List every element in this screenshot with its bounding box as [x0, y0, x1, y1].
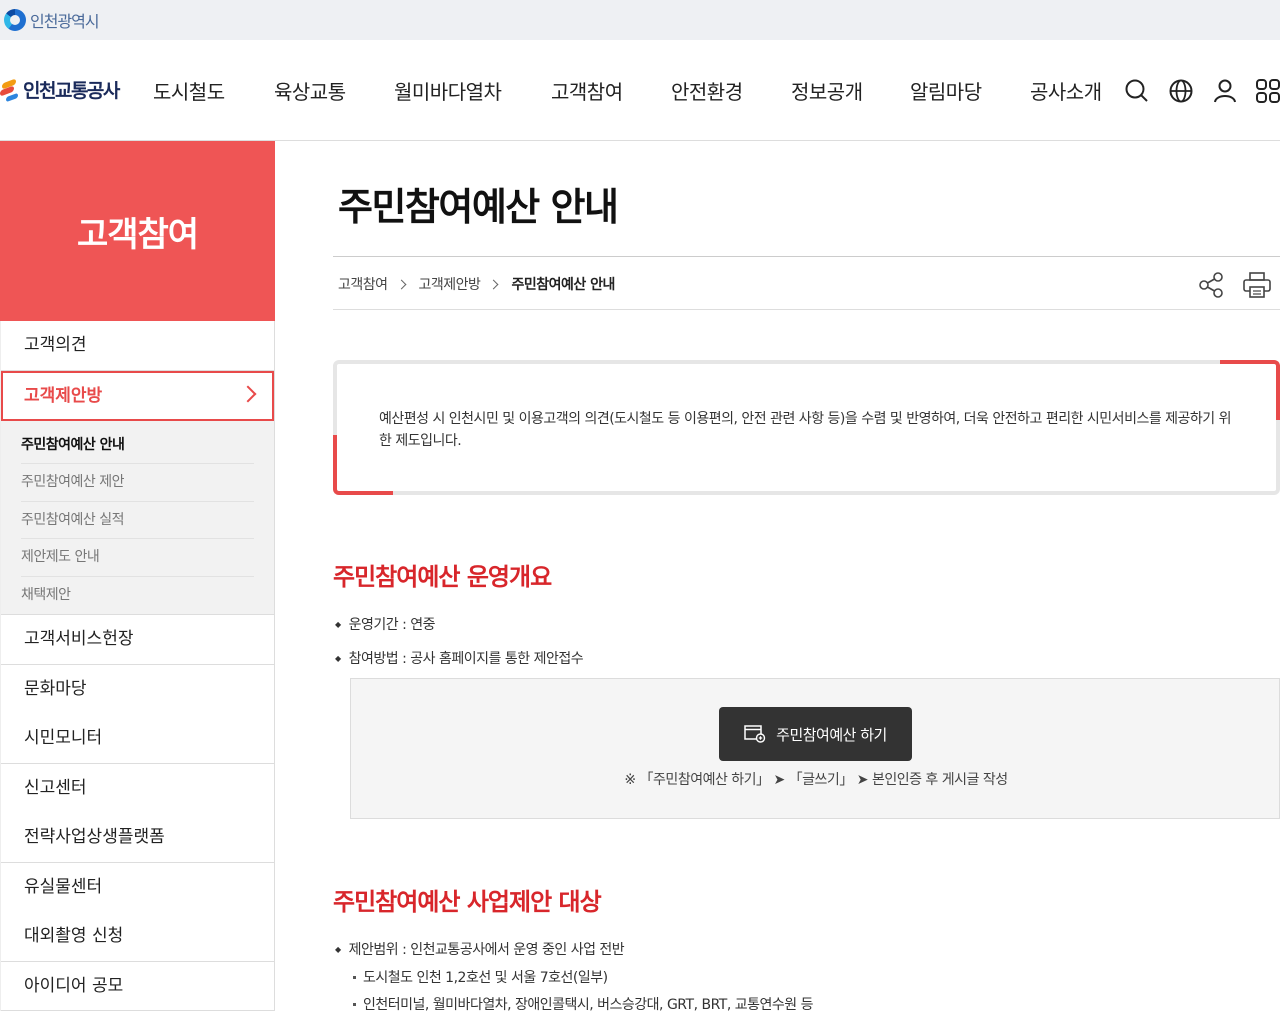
gov-top-bar: 인천광역시 — [0, 0, 1280, 40]
sub-bullet-metro: 도시철도 인천 1,2호선 및 서울 7호선(일부) — [353, 967, 608, 987]
side-nav-item-culture[interactable]: 문화마당 — [1, 665, 274, 715]
submenu-item-budget-proposal[interactable]: 주민참여예산 제안 — [21, 464, 254, 502]
breadcrumb-item[interactable]: 고객참여 — [338, 274, 388, 294]
chevron-right-icon — [488, 279, 499, 289]
side-nav-item-suggestion-room[interactable]: 고객제안방 — [1, 370, 274, 421]
breadcrumb: 고객참여 고객제안방 주민참여예산 안내 — [338, 274, 615, 294]
gnb-item-metro[interactable]: 도시철도 — [153, 76, 225, 105]
gov-name: 인천광역시 — [30, 12, 100, 31]
header-utilities — [1124, 78, 1280, 106]
side-nav-list: 고객의견 고객제안방 주민참여예산 안내 주민참여예산 제안 주민참여예산 실적… — [0, 321, 275, 1011]
side-nav-item-lost-found[interactable]: 유실물센터 — [1, 863, 274, 913]
page-title: 주민참여예산 안내 — [338, 185, 619, 229]
side-nav-item-service-charter[interactable]: 고객서비스헌장 — [1, 615, 274, 665]
side-nav: 고객참여 고객의견 고객제안방 주민참여예산 안내 주민참여예산 제안 주민참여… — [0, 141, 275, 1024]
print-icon[interactable] — [1242, 271, 1272, 299]
submenu-item-budget-guide[interactable]: 주민참여예산 안내 — [21, 427, 254, 464]
breadcrumb-item[interactable]: 고객제안방 — [419, 274, 481, 294]
user-icon[interactable] — [1212, 78, 1238, 104]
intro-text: 예산편성 시 인천시민 및 이용고객의 의견(도시철도 등 이용편의, 안전 관… — [379, 411, 1232, 449]
submenu-item-budget-results[interactable]: 주민참여예산 실적 — [21, 502, 254, 539]
side-nav-item-strategic-platform[interactable]: 전략사업상생플랫폼 — [1, 813, 274, 863]
bullet-scope: 제안범위 : 인천교통공사에서 운영 중인 사업 전반 — [335, 939, 625, 959]
gnb-item-wolmi-train[interactable]: 월미바다열차 — [394, 76, 502, 105]
participate-budget-button[interactable]: 주민참여예산 하기 — [719, 707, 912, 761]
side-nav-item-customer-opinion[interactable]: 고객의견 — [1, 321, 274, 371]
submenu-item-adopted[interactable]: 채택제안 — [21, 577, 254, 615]
main-content: 주민참여예산 안내 고객참여 고객제안방 주민참여예산 안내 예산편성 시 인천… — [333, 141, 1280, 1024]
sub-bullet-facilities: 인천터미널, 월미바다열차, 장애인콜택시, 버스승강대, GRT, BRT, … — [353, 994, 813, 1014]
bullet-method: 참여방법 : 공사 홈페이지를 통한 제안접수 — [335, 648, 584, 668]
cta-instruction: ※ 「주민참여예산 하기」 ➤ 「글쓰기」 ➤ 본인인증 후 게시글 작성 — [624, 772, 1008, 788]
gnb-item-ground-transport[interactable]: 육상교통 — [274, 76, 346, 105]
brand-logo-link[interactable]: 인천교통공사 — [0, 76, 120, 103]
gnb-item-about[interactable]: 공사소개 — [1030, 76, 1102, 105]
site-header: 인천교통공사 도시철도 육상교통 월미바다열차 고객참여 안전환경 정보공개 알… — [0, 40, 1280, 141]
chevron-right-icon — [239, 385, 257, 402]
side-nav-item-report-center[interactable]: 신고센터 — [1, 764, 274, 814]
section-title-target: 주민참여예산 사업제안 대상 — [333, 888, 602, 916]
side-nav-submenu: 주민참여예산 안내 주민참여예산 제안 주민참여예산 실적 제안제도 안내 채택… — [1, 420, 274, 615]
menu-grid-icon[interactable] — [1255, 78, 1280, 104]
side-nav-item-filming[interactable]: 대외촬영 신청 — [1, 912, 274, 962]
globe-icon[interactable] — [1168, 78, 1194, 104]
cta-box: 주민참여예산 하기 ※ 「주민참여예산 하기」 ➤ 「글쓰기」 ➤ 본인인증 후… — [350, 678, 1280, 819]
side-nav-item-idea-contest[interactable]: 아이디어 공모 — [1, 962, 274, 1011]
chevron-right-icon — [396, 279, 406, 289]
intro-box: 예산편성 시 인천시민 및 이용고객의 의견(도시철도 등 이용편의, 안전 관… — [333, 360, 1280, 495]
share-icon[interactable] — [1197, 271, 1225, 299]
participate-budget-label: 주민참여예산 하기 — [776, 725, 887, 744]
gnb-item-customer[interactable]: 고객참여 — [551, 76, 623, 105]
write-window-icon — [744, 725, 766, 743]
incheon-city-logo-icon — [4, 9, 26, 31]
brand-name: 인천교통공사 — [23, 80, 120, 102]
side-nav-item-citizen-monitor[interactable]: 시민모니터 — [1, 714, 274, 764]
section-title-overview: 주민참여예산 운영개요 — [333, 563, 552, 591]
bullet-period: 운영기간 : 연중 — [335, 614, 436, 634]
breadcrumb-current: 주민참여예산 안내 — [511, 277, 615, 293]
submenu-item-proposal-system[interactable]: 제안제도 안내 — [21, 539, 254, 577]
side-nav-item-label: 고객제안방 — [24, 385, 103, 406]
gnb-item-notice[interactable]: 알림마당 — [910, 76, 982, 105]
breadcrumb-bar: 고객참여 고객제안방 주민참여예산 안내 — [333, 256, 1280, 310]
brand-logo-icon — [0, 77, 20, 103]
gnb-item-disclosure[interactable]: 정보공개 — [791, 76, 863, 105]
side-nav-title: 고객참여 — [76, 214, 199, 255]
gnb-item-safety[interactable]: 안전환경 — [671, 76, 743, 105]
side-nav-header: 고객참여 — [0, 141, 275, 321]
gov-logo-link[interactable]: 인천광역시 — [4, 8, 100, 32]
search-icon[interactable] — [1124, 78, 1150, 104]
